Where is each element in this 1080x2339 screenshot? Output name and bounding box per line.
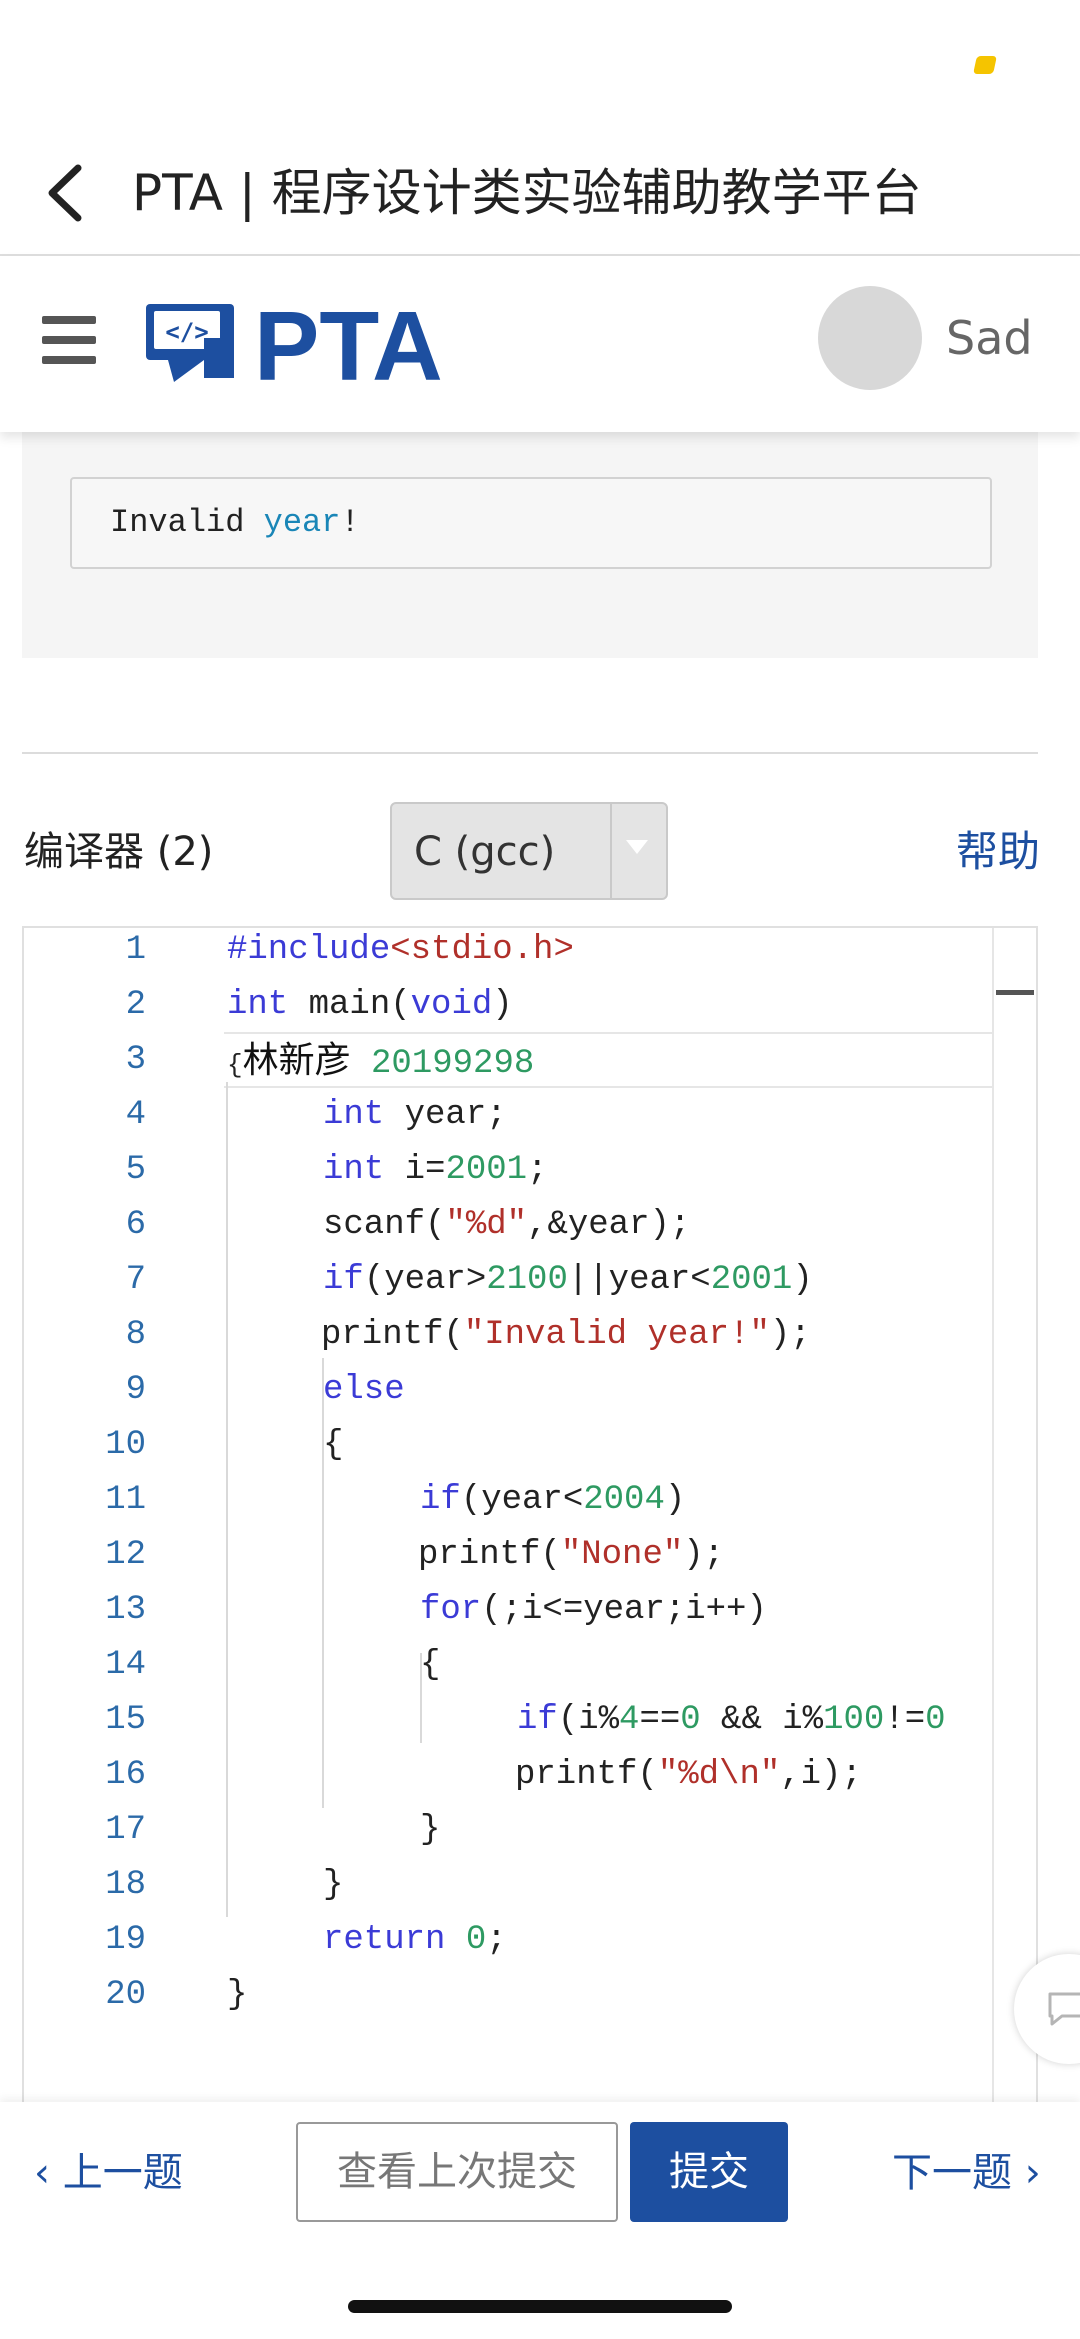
line-number: 12 xyxy=(105,1536,146,1574)
menu-icon[interactable] xyxy=(42,316,96,364)
submit-button[interactable]: 提交 xyxy=(630,2122,788,2222)
username[interactable]: Sad xyxy=(946,308,1033,368)
line-number: 2 xyxy=(125,986,146,1024)
line-number: 17 xyxy=(105,1811,146,1849)
code-editor[interactable]: 1 #include<stdio.h> 2 int main(void) 3 {… xyxy=(22,926,1038,2106)
compiler-select[interactable]: C (gcc) xyxy=(390,802,668,900)
line-number: 11 xyxy=(105,1481,146,1519)
sample-output-text: Invalid year! xyxy=(110,504,360,541)
code-text: } xyxy=(323,1866,344,1904)
code-text: return 0; xyxy=(323,1921,507,1959)
code-line: 8 printf("Invalid year!"); xyxy=(24,1308,1036,1363)
select-separator xyxy=(610,804,612,898)
code-text: if(year<2004) xyxy=(420,1481,686,1519)
line-number: 6 xyxy=(125,1206,146,1244)
browser-title: PTA | 程序设计类实验辅助教学平台 xyxy=(132,164,922,222)
view-last-submission-button[interactable]: 查看上次提交 xyxy=(296,2122,618,2222)
code-text: printf("Invalid year!"); xyxy=(321,1316,811,1354)
code-text: printf("%d\n",i); xyxy=(515,1756,862,1794)
code-text: { xyxy=(420,1646,441,1684)
code-text: int year; xyxy=(323,1096,507,1134)
code-text: int main(void) xyxy=(227,986,513,1024)
line-number: 7 xyxy=(125,1261,146,1299)
code-text: else xyxy=(323,1371,405,1409)
sample-output-box: Invalid year! xyxy=(70,477,992,569)
prev-problem-button[interactable]: ‹ 上一题 xyxy=(34,2138,183,2208)
code-line: 6 scanf("%d",&year); xyxy=(24,1198,1036,1253)
chevron-left-icon: ‹ xyxy=(34,2150,63,2196)
code-text: printf("None"); xyxy=(418,1536,725,1574)
code-line: 4 int year; xyxy=(24,1088,1036,1143)
code-text: if(year>2100||year<2001) xyxy=(323,1261,813,1299)
line-number: 3 xyxy=(125,1041,146,1079)
dropdown-arrow-icon xyxy=(626,840,648,854)
line-number: 19 xyxy=(105,1921,146,1959)
line-number: 5 xyxy=(125,1151,146,1189)
line-number: 15 xyxy=(105,1701,146,1739)
code-line: 11 if(year<2004) xyxy=(24,1473,1036,1528)
line-number: 9 xyxy=(125,1371,146,1409)
line-number: 14 xyxy=(105,1646,146,1684)
code-line: 15 if(i%4==0 && i%100!=0 xyxy=(24,1693,1036,1748)
line-number: 18 xyxy=(105,1866,146,1904)
code-line: 10 { xyxy=(24,1418,1036,1473)
code-line: 7 if(year>2100||year<2001) xyxy=(24,1253,1036,1308)
code-line: 16 printf("%d\n",i); xyxy=(24,1748,1036,1803)
browser-nav-bar: PTA | 程序设计类实验辅助教学平台 xyxy=(0,130,1080,256)
svg-text:</>: </> xyxy=(165,318,208,346)
code-line: 12 printf("None"); xyxy=(24,1528,1036,1583)
line-number: 8 xyxy=(125,1316,146,1354)
code-line: 9 else xyxy=(24,1363,1036,1418)
code-text: } xyxy=(227,1976,248,2014)
next-problem-button[interactable]: 下一题 › xyxy=(892,2138,1041,2208)
code-line: 19 return 0; xyxy=(24,1913,1036,1968)
code-line: 1 #include<stdio.h> xyxy=(24,928,1036,978)
line-number: 20 xyxy=(105,1976,146,2014)
next-problem-label: 下一题 xyxy=(892,2150,1012,2196)
line-number: 4 xyxy=(125,1096,146,1134)
code-text: {林新彦 20199298 xyxy=(227,1040,535,1083)
back-chevron-icon[interactable] xyxy=(40,158,100,228)
code-line: 17 } xyxy=(24,1803,1036,1858)
line-number: 1 xyxy=(125,931,146,969)
site-header: </> PTA Sad xyxy=(0,256,1080,432)
code-line: 2 int main(void) xyxy=(24,978,1036,1033)
pta-logo[interactable]: </> PTA xyxy=(144,298,474,388)
chevron-right-icon: › xyxy=(1012,2150,1041,2196)
prev-problem-label: 上一题 xyxy=(62,2150,183,2196)
comment-icon xyxy=(1048,1992,1080,2026)
code-line: 13 for(;i<=year;i++) xyxy=(24,1583,1036,1638)
status-bar xyxy=(0,0,1080,130)
code-text: int i=2001; xyxy=(323,1151,548,1189)
line-number: 16 xyxy=(105,1756,146,1794)
code-line: 20 } xyxy=(24,1968,1036,2023)
code-line: 18 } xyxy=(24,1858,1036,1913)
code-text: scanf("%d",&year); xyxy=(323,1206,691,1244)
line-number: 13 xyxy=(105,1591,146,1629)
sample-output-panel: Invalid year! xyxy=(22,432,1038,658)
help-link[interactable]: 帮助 xyxy=(956,822,1040,882)
code-line: 14 { xyxy=(24,1638,1036,1693)
compiler-label: 编译器 (2) xyxy=(24,829,214,875)
logo-text: PTA xyxy=(254,298,443,388)
code-text: } xyxy=(420,1811,441,1849)
section-divider xyxy=(22,752,1038,754)
submit-label: 提交 xyxy=(669,2149,749,2195)
code-text: if(i%4==0 && i%100!=0 xyxy=(517,1701,946,1739)
code-text: { xyxy=(323,1426,344,1464)
compiler-selected-value: C (gcc) xyxy=(414,829,556,875)
code-line: 5 int i=2001; xyxy=(24,1143,1036,1198)
line-number: 10 xyxy=(105,1426,146,1464)
home-indicator[interactable] xyxy=(348,2300,732,2313)
code-text: for(;i<=year;i++) xyxy=(420,1591,767,1629)
view-last-submission-label: 查看上次提交 xyxy=(337,2149,577,2195)
code-line: 3 {林新彦 20199298 xyxy=(24,1033,1036,1088)
avatar[interactable] xyxy=(818,286,922,390)
code-text: #include<stdio.h> xyxy=(227,931,574,969)
battery-icon xyxy=(973,56,997,74)
